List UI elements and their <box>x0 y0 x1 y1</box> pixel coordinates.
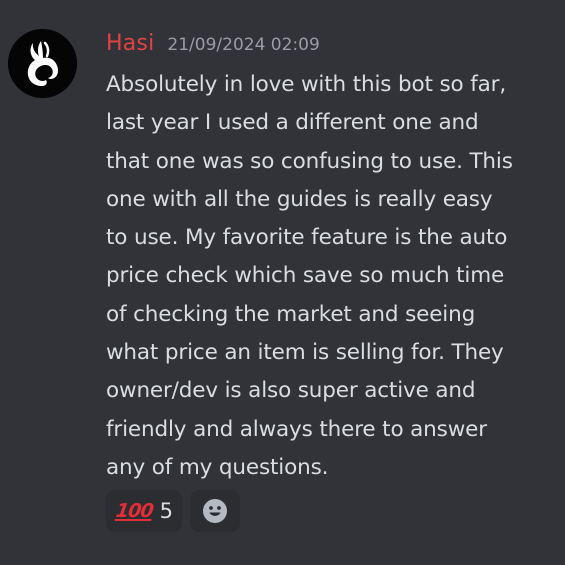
message-line: to use. My favorite feature is the auto <box>106 225 508 251</box>
message-line: what price an item is selling for. They <box>106 340 504 366</box>
reaction-hundred-points-button[interactable]: 100 5 <box>106 490 182 532</box>
message-line: that one was so confusing to use. This <box>106 148 513 174</box>
avatar[interactable] <box>8 29 77 98</box>
message-header: Hasi 21/09/2024 02:09 <box>106 31 320 61</box>
add-reaction-button[interactable] <box>190 490 240 532</box>
message-line: price check which save so much time <box>106 263 505 289</box>
message-line: friendly and always there to answer <box>106 416 487 442</box>
chat-message-view: Hasi 21/09/2024 02:09 Absolutely in love… <box>0 0 565 565</box>
reactions-bar: 100 5 <box>106 490 240 532</box>
timestamp[interactable]: 21/09/2024 02:09 <box>167 35 319 55</box>
hundred-points-icon: 100 <box>114 500 155 522</box>
message-line: last year I used a different one and <box>106 110 479 136</box>
rabbit-logo-icon <box>8 29 77 98</box>
smile-face-icon <box>201 497 229 525</box>
message-content: Absolutely in love with this bot so far,… <box>106 66 558 487</box>
message-line: one with all the guides is really easy <box>106 186 493 212</box>
message-line: any of my questions. <box>106 454 329 480</box>
message-line: owner/dev is also super active and <box>106 378 476 404</box>
username[interactable]: Hasi <box>106 31 154 56</box>
message-line: of checking the market and seeing <box>106 301 476 327</box>
message-line: Absolutely in love with this bot so far, <box>106 72 507 97</box>
reaction-count: 5 <box>159 499 174 523</box>
